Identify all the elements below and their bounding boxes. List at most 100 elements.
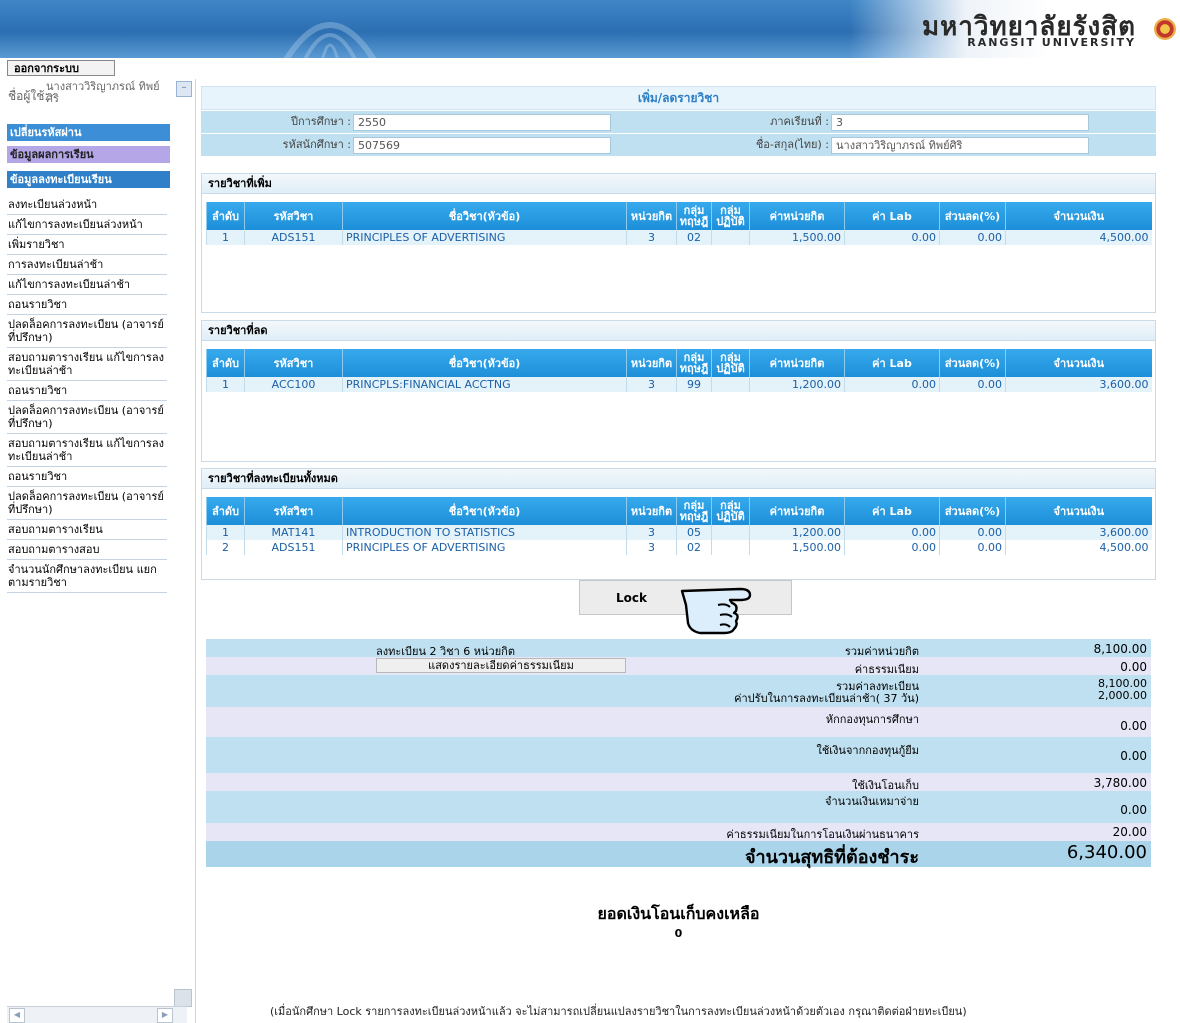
cell-no: 1 [206, 230, 245, 245]
table-row: 1 ACC100 PRINCPLS:FINANCIAL ACCTNG 3 99 1,200… [206, 377, 1152, 392]
menu-item[interactable]: ถอนรายวิชา [7, 467, 167, 487]
table-row: 1 MAT141 INTRODUCTION TO STATISTICS 3 05 1,20… [206, 525, 1152, 540]
cell-no: 1 [206, 377, 245, 392]
student-name-label: ชื่อ-สกุล(ไทย) : [755, 138, 829, 151]
scroll-corner [174, 989, 192, 1007]
column-header-amount: จำนวนเงิน [1005, 349, 1152, 377]
column-header-lab-fee: ค่า Lab [844, 497, 940, 525]
menu-item[interactable]: ปลดล็อคการลงทะเบียน (อาจารย์ที่ปรึกษา) [7, 401, 167, 434]
lock-button[interactable]: Lock [579, 580, 792, 635]
section-heading: รายวิชาที่เพิ่ม [202, 174, 1155, 194]
menu-item[interactable]: สอบถามตารางเรียน แก้ไขการลงทะเบียนล่าช้า [7, 434, 167, 467]
university-seal-icon [1154, 18, 1176, 40]
column-header-discount: ส่วนลด(%) [939, 497, 1006, 525]
pointing-hand-icon [680, 587, 752, 635]
net-amount-label: จำนวนสุทธิที่ต้องชำระ [744, 847, 919, 868]
column-header-lab-fee: ค่า Lab [844, 202, 940, 230]
scroll-right-icon[interactable]: ▶ [157, 1008, 173, 1023]
cell-amount: 4,500.00 [1005, 540, 1152, 555]
table-body: 1 ADS151 PRINCIPLES OF ADVERTISING 3 02 1,500… [206, 230, 1152, 245]
payment-summary: ลงทะเบียน 2 วิชา 6 หน่วยกิต รวมค่าหน่วยก… [206, 639, 1151, 868]
semester-label: ภาคเรียนที่ : [770, 115, 829, 128]
column-header-code: รหัสวิชา [244, 349, 343, 377]
menu-item[interactable]: ปลดล็อคการลงทะเบียน (อาจารย์ที่ปรึกษา) [7, 487, 167, 520]
collapse-sidebar-icon[interactable]: – [176, 81, 192, 97]
scholarship-value: 0.00 [1120, 719, 1147, 733]
show-fee-detail-button[interactable]: แสดงรายละเอียดค่าธรรมเนียม [376, 658, 626, 673]
cell-discount: 0.00 [939, 377, 1006, 392]
student-id-field[interactable]: 507569 [353, 137, 611, 154]
registration-menu: ลงทะเบียนล่วงหน้า แก้ไขการลงทะเบียนล่วงห… [7, 195, 167, 593]
cell-discount: 0.00 [939, 540, 1006, 555]
cell-credit-fee: 1,500.00 [749, 230, 845, 245]
cell-code: MAT141 [244, 525, 343, 540]
cell-credit: 3 [626, 540, 677, 555]
semester-field[interactable]: 3 [831, 114, 1089, 131]
cell-lab [711, 540, 750, 555]
menu-item[interactable]: แก้ไขการลงทะเบียนล่วงหน้า [7, 215, 167, 235]
summary-row: ใช้เงินโอนเก็บ 3,780.00 [206, 773, 1151, 792]
column-header-lab-fee: ค่า Lab [844, 349, 940, 377]
academic-year-field[interactable]: 2550 [353, 114, 611, 131]
menu-item[interactable]: การลงทะเบียนล่าช้า [7, 255, 167, 275]
cell-lab [711, 525, 750, 540]
menu-item[interactable]: จำนวนนักศึกษาลงทะเบียน แยกตามรายวิชา [7, 560, 167, 593]
cell-code: ACC100 [244, 377, 343, 392]
table-body: 1 ACC100 PRINCPLS:FINANCIAL ACCTNG 3 99 1,200… [206, 377, 1152, 392]
user-name: นางสาววิริญาภรณ์ ทิพย์ศิริ [46, 80, 160, 105]
cell-code: ADS151 [244, 540, 343, 555]
fee-value: 0.00 [1120, 660, 1147, 674]
nav-registration[interactable]: ข้อมูลลงทะเบียนเรียน [7, 171, 170, 188]
table-header: ลำดับ รหัสวิชา ชื่อวิชา(หัวข้อ) หน่วยกิต กลุ… [206, 349, 1152, 377]
student-info: เพิ่ม/ลดรายวิชา ปีการศึกษา : 2550 ภาคเรี… [201, 86, 1156, 156]
column-header-lecture-group: กลุ่ม ทฤษฎี [676, 349, 712, 377]
scroll-left-icon[interactable]: ◀ [9, 1008, 25, 1023]
menu-item[interactable]: ปลดล็อคการลงทะเบียน (อาจารย์ที่ปรึกษา) [7, 315, 167, 348]
bank-fee-value: 20.00 [1112, 825, 1147, 839]
menu-item[interactable]: เพิ่มรายวิชา [7, 235, 167, 255]
loan-value: 0.00 [1120, 749, 1147, 763]
sidebar-horizontal-scrollbar[interactable]: ◀ ▶ [7, 1006, 187, 1023]
logout-button[interactable]: ออกจากระบบ [7, 60, 115, 76]
cell-credit: 3 [626, 377, 677, 392]
lump-sum-label: จำนวนเงินเหมาจ่าย [825, 795, 919, 808]
nav-change-password[interactable]: เปลี่ยนรหัสผ่าน [7, 124, 170, 141]
lock-button-label: Lock [616, 591, 647, 605]
menu-item[interactable]: สอบถามตารางเรียน แก้ไขการลงทะเบียนล่าช้า [7, 348, 167, 381]
cell-lab-fee: 0.00 [844, 540, 940, 555]
header-banner: มหาวิทยาลัยรังสิต RANGSIT UNIVERSITY [0, 0, 1180, 58]
cell-credit: 3 [626, 230, 677, 245]
table-row: 2 ADS151 PRINCIPLES OF ADVERTISING 3 02 1,500… [206, 540, 1152, 555]
menu-item[interactable]: แก้ไขการลงทะเบียนล่าช้า [7, 275, 167, 295]
sidebar: ชื่อผู้ใช้: นางสาววิริญาภรณ์ ทิพย์ศิริ –… [6, 79, 196, 1023]
menu-item[interactable]: ลงทะเบียนล่วงหน้า [7, 195, 167, 215]
cell-no: 1 [206, 525, 245, 540]
table-body: 1 MAT141 INTRODUCTION TO STATISTICS 3 05 1,20… [206, 525, 1152, 555]
summary-row: แสดงรายละเอียดค่าธรรมเนียม ค่าธรรมเนียม … [206, 657, 1151, 676]
menu-item[interactable]: สอบถามตารางสอบ [7, 540, 167, 560]
cell-title: INTRODUCTION TO STATISTICS [342, 525, 627, 540]
transfer-balance: ยอดเงินโอนเก็บคงเหลือ 0 [201, 902, 1156, 940]
user-info: ชื่อผู้ใช้: นางสาววิริญาภรณ์ ทิพย์ศิริ [6, 79, 174, 119]
column-header-lecture-group: กลุ่ม ทฤษฎี [676, 202, 712, 230]
added-courses-section: รายวิชาที่เพิ่ม ลำดับ รหัสวิชา ชื่อวิชา(หั… [201, 173, 1156, 313]
cell-amount: 3,600.00 [1005, 525, 1152, 540]
column-header-title: ชื่อวิชา(หัวข้อ) [342, 497, 627, 525]
menu-item[interactable]: ถอนรายวิชา [7, 295, 167, 315]
menu-item[interactable]: ถอนรายวิชา [7, 381, 167, 401]
cell-credit-fee: 1,500.00 [749, 540, 845, 555]
cell-credit-fee: 1,200.00 [749, 377, 845, 392]
summary-row: ค่าธรรมเนียมในการโอนเงินผ่านธนาคาร 20.00 [206, 823, 1151, 841]
menu-item[interactable]: สอบถามตารางเรียน [7, 520, 167, 540]
cell-discount: 0.00 [939, 230, 1006, 245]
column-header-lab-group: กลุ่ม ปฏิบัติ [711, 349, 750, 377]
loan-label: ใช้เงินจากกองทุนกู้ยืม [816, 744, 919, 757]
academic-year-label: ปีการศึกษา : [290, 115, 351, 128]
nav-grades[interactable]: ข้อมูลผลการเรียน [7, 146, 170, 163]
student-name-field[interactable]: นางสาววิริญาภรณ์ ทิพย์ศิริ [831, 137, 1089, 154]
lump-sum-value: 0.00 [1120, 803, 1147, 817]
added-courses-table: ลำดับ รหัสวิชา ชื่อวิชา(หัวข้อ) หน่วยกิต กลุ… [206, 202, 1152, 245]
column-header-credit-fee: ค่าหน่วยกิต [749, 202, 845, 230]
all-courses-table: ลำดับ รหัสวิชา ชื่อวิชา(หัวข้อ) หน่วยกิต กลุ… [206, 497, 1152, 555]
summary-row: จำนวนสุทธิที่ต้องชำระ 6,340.00 [206, 841, 1151, 868]
